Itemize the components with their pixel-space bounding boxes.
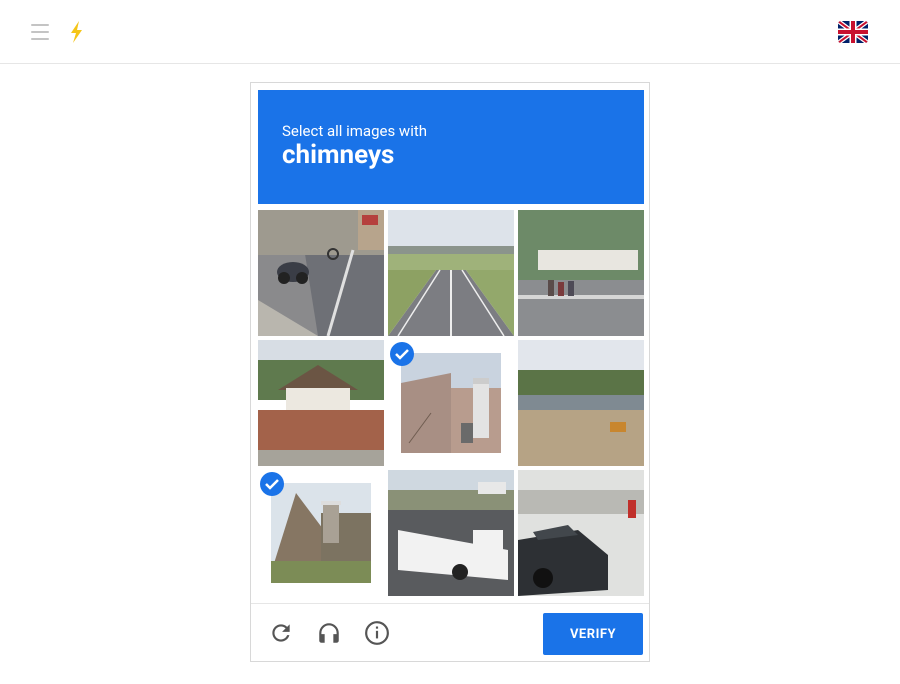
- captcha-widget: Select all images with chimneys VERIFY: [250, 82, 650, 662]
- tile-image-pickup-truck: [388, 470, 514, 596]
- tile-image-car-snow: [518, 470, 644, 596]
- tile-image-frame: [401, 353, 501, 453]
- image-tile-7[interactable]: [258, 470, 384, 596]
- image-tile-9[interactable]: [518, 470, 644, 596]
- top-bar: [0, 0, 900, 64]
- image-tile-1[interactable]: [258, 210, 384, 336]
- tile-image-roof-chimney: [271, 483, 371, 583]
- selected-check-icon: [260, 472, 284, 496]
- tile-image-bike-lane: [258, 210, 384, 336]
- tile-image-brick-wall-house: [258, 340, 384, 466]
- lightning-icon: [67, 20, 87, 44]
- tile-image-construction: [518, 340, 644, 466]
- selected-check-icon: [390, 342, 414, 366]
- uk-flag-icon[interactable]: [838, 21, 868, 43]
- challenge-prompt: Select all images with: [282, 122, 428, 140]
- challenge-footer: VERIFY: [251, 603, 649, 662]
- image-tile-5[interactable]: [388, 340, 514, 466]
- image-tile-2[interactable]: [388, 210, 514, 336]
- tile-image-frame: [271, 483, 371, 583]
- image-grid: [258, 210, 644, 596]
- challenge-target: chimneys: [282, 140, 395, 170]
- verify-button[interactable]: VERIFY: [543, 613, 643, 655]
- tile-image-house-chimney: [401, 353, 501, 453]
- image-tile-3[interactable]: [518, 210, 644, 336]
- headphones-icon[interactable]: [316, 620, 342, 646]
- tile-image-crosswalk: [518, 210, 644, 336]
- refresh-icon[interactable]: [268, 620, 294, 646]
- image-tile-4[interactable]: [258, 340, 384, 466]
- info-icon[interactable]: [364, 620, 390, 646]
- challenge-header: Select all images with chimneys: [258, 90, 644, 204]
- hamburger-icon[interactable]: [31, 24, 49, 40]
- image-tile-6[interactable]: [518, 340, 644, 466]
- image-tile-8[interactable]: [388, 470, 514, 596]
- tile-image-highway: [388, 210, 514, 336]
